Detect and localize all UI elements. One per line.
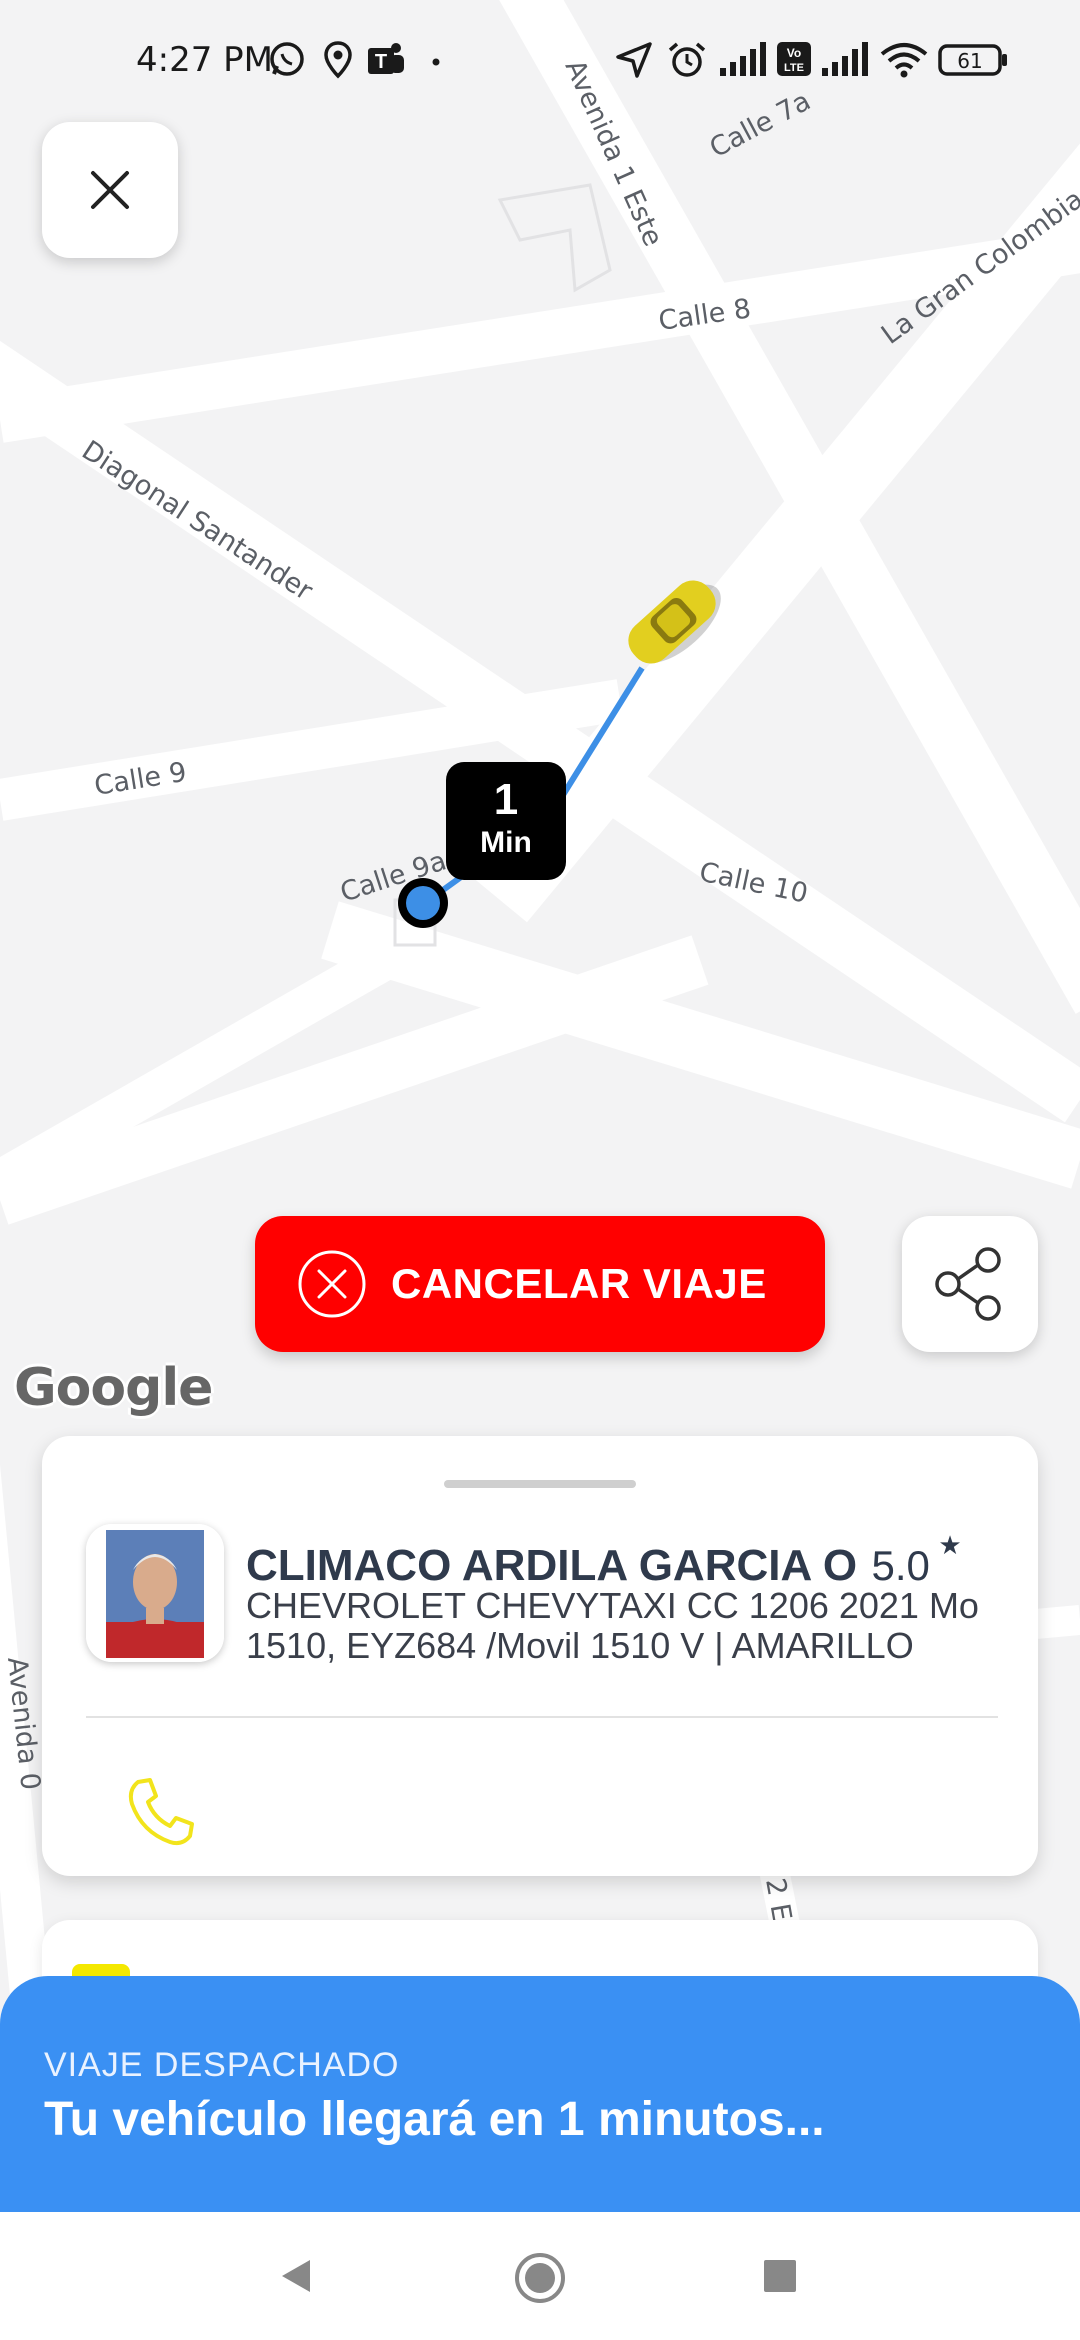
close-button[interactable] <box>42 122 178 258</box>
close-icon <box>91 171 129 209</box>
share-icon <box>935 1247 1001 1321</box>
eta-marker: 1 Min <box>446 762 566 880</box>
eta-value: 1 <box>493 775 519 824</box>
navigation-arrow-icon <box>616 42 652 78</box>
drag-handle[interactable] <box>444 1480 636 1488</box>
svg-text:Vo: Vo <box>787 46 801 60</box>
signal-icon <box>720 42 766 76</box>
share-button[interactable] <box>902 1216 1038 1352</box>
signal-icon <box>822 42 868 76</box>
volte-icon: Vo LTE <box>777 42 811 76</box>
cancel-trip-button[interactable]: CANCELAR VIAJE <box>255 1216 825 1352</box>
navigation-bar <box>0 2212 1080 2340</box>
wifi-icon <box>880 43 928 78</box>
driver-avatar <box>86 1524 224 1662</box>
trip-status-label: VIAJE DESPACHADO <box>44 2046 400 2084</box>
google-logo: Google <box>14 1358 213 1418</box>
driver-name: CLIMACO ARDILA GARCIA O <box>246 1541 858 1590</box>
star-icon: ★ <box>938 1530 962 1560</box>
driver-card[interactable]: CLIMACO ARDILA GARCIA O 5.0 ★ CHEVROLET … <box>42 1436 1038 1876</box>
svg-text:T: T <box>375 51 387 73</box>
vehicle-info-line: CHEVROLET CHEVYTAXI CC 1206 2021 Mo <box>246 1586 979 1626</box>
driver-rating: 5.0 <box>871 1542 930 1589</box>
teams-icon: T <box>368 43 404 74</box>
vehicle-info-line: 1510, EYZ684 /Movil 1510 V | AMARILLO <box>246 1625 914 1666</box>
eta-unit: Min <box>480 826 532 859</box>
location-pin-icon <box>324 41 352 79</box>
battery-level: 61 <box>957 49 982 73</box>
whatsapp-icon <box>270 42 304 76</box>
notification-dot-icon <box>432 58 440 66</box>
home-icon[interactable] <box>514 2252 566 2304</box>
cancel-circle-icon <box>298 1250 366 1318</box>
trip-status-message: Tu vehículo llegará en 1 minutos... <box>44 2093 825 2146</box>
trip-status-panel: VIAJE DESPACHADO Tu vehículo llegará en … <box>0 1976 1080 2212</box>
divider <box>86 1716 998 1718</box>
battery-icon: 61 <box>938 44 1007 76</box>
vehicle-info: CHEVROLET CHEVYTAXI CC 1206 2021 Mo 1510… <box>246 1586 1046 1666</box>
recents-icon[interactable] <box>762 2258 798 2294</box>
status-time: 4:27 PM <box>136 40 273 80</box>
svg-text:LTE: LTE <box>784 62 804 74</box>
back-icon[interactable] <box>278 2256 314 2296</box>
status-bar: 4:27 PM T Vo LTE 61 <box>0 0 1080 120</box>
alarm-icon <box>668 42 706 77</box>
cancel-trip-label: CANCELAR VIAJE <box>391 1260 767 1307</box>
phone-icon[interactable] <box>120 1772 200 1852</box>
driver-name-line: CLIMACO ARDILA GARCIA O 5.0 ★ <box>246 1530 962 1591</box>
